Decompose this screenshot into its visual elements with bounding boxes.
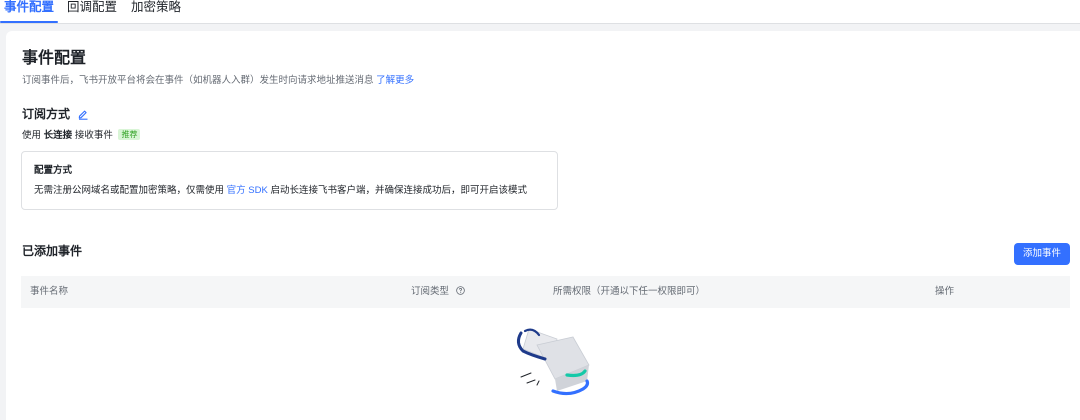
page-description: 订阅事件后，飞书开放平台将会在事件（如机器人入群）发生时向请求地址推送消息 了解… <box>22 75 414 87</box>
events-table-header: 事件名称 订阅类型 所需权限（开通以下任一权限即可） 操作 <box>21 276 1070 308</box>
learn-more-link[interactable]: 了解更多 <box>376 75 414 86</box>
mode-desc-prefix: 无需注册公网域名或配置加密策略，仅需使用 <box>34 185 225 196</box>
column-header-subscription-type: 订阅类型 <box>411 286 465 298</box>
added-events-title: 已添加事件 <box>22 244 83 258</box>
config-mode-description: 无需注册公网域名或配置加密策略，仅需使用 官方 SDK 启动长连接飞书客户端，并… <box>34 185 527 197</box>
column-header-actions: 操作 <box>935 286 954 298</box>
event-config-card: 事件配置 订阅事件后，飞书开放平台将会在事件（如机器人入群）发生时向请求地址推送… <box>6 31 1080 420</box>
config-mode-box: 配置方式 无需注册公网域名或配置加密策略，仅需使用 官方 SDK 启动长连接飞书… <box>21 151 558 210</box>
column-header-label: 操作 <box>935 286 955 297</box>
tab-label: 回调配置 <box>67 0 118 14</box>
empty-box-icon <box>516 328 590 396</box>
tab-label: 事件配置 <box>4 0 55 14</box>
question-circle-icon[interactable] <box>455 286 465 295</box>
description-text: 订阅事件后，飞书开放平台将会在事件（如机器人入群）发生时向请求地址推送消息 <box>22 75 374 86</box>
tab-callback-config[interactable]: 回调配置 <box>67 0 117 24</box>
official-sdk-link[interactable]: 官方 SDK <box>227 185 268 196</box>
column-header-label: 事件名称 <box>30 286 69 297</box>
connection-type: 长连接 <box>43 130 73 141</box>
column-header-label: 所需权限（开通以下任一权限即可） <box>553 286 706 297</box>
subscription-method-title: 订阅方式 <box>22 107 71 121</box>
top-tab-bar: 事件配置 回调配置 加密策略 <box>0 0 1080 24</box>
add-event-button[interactable]: 添加事件 <box>1014 243 1070 265</box>
edit-pencil-icon[interactable] <box>77 108 89 120</box>
recommended-badge: 推荐 <box>118 129 141 140</box>
mode-desc-suffix: 启动长连接飞书客户端，并确保连接成功后，即可开启该模式 <box>270 185 527 196</box>
page-title: 事件配置 <box>22 50 87 67</box>
active-tab-indicator <box>0 21 58 23</box>
tab-encryption-strategy[interactable]: 加密策略 <box>131 0 181 24</box>
config-mode-title: 配置方式 <box>34 165 73 176</box>
connection-prefix: 使用 <box>22 130 42 141</box>
column-header-required-permissions: 所需权限（开通以下任一权限即可） <box>553 286 705 298</box>
connection-method-line: 使用 长连接 接收事件 推荐 <box>22 129 141 142</box>
tab-label: 加密策略 <box>131 0 182 14</box>
connection-suffix: 接收事件 <box>74 130 113 141</box>
column-header-label: 订阅类型 <box>411 286 450 297</box>
column-header-event-name: 事件名称 <box>30 286 68 298</box>
